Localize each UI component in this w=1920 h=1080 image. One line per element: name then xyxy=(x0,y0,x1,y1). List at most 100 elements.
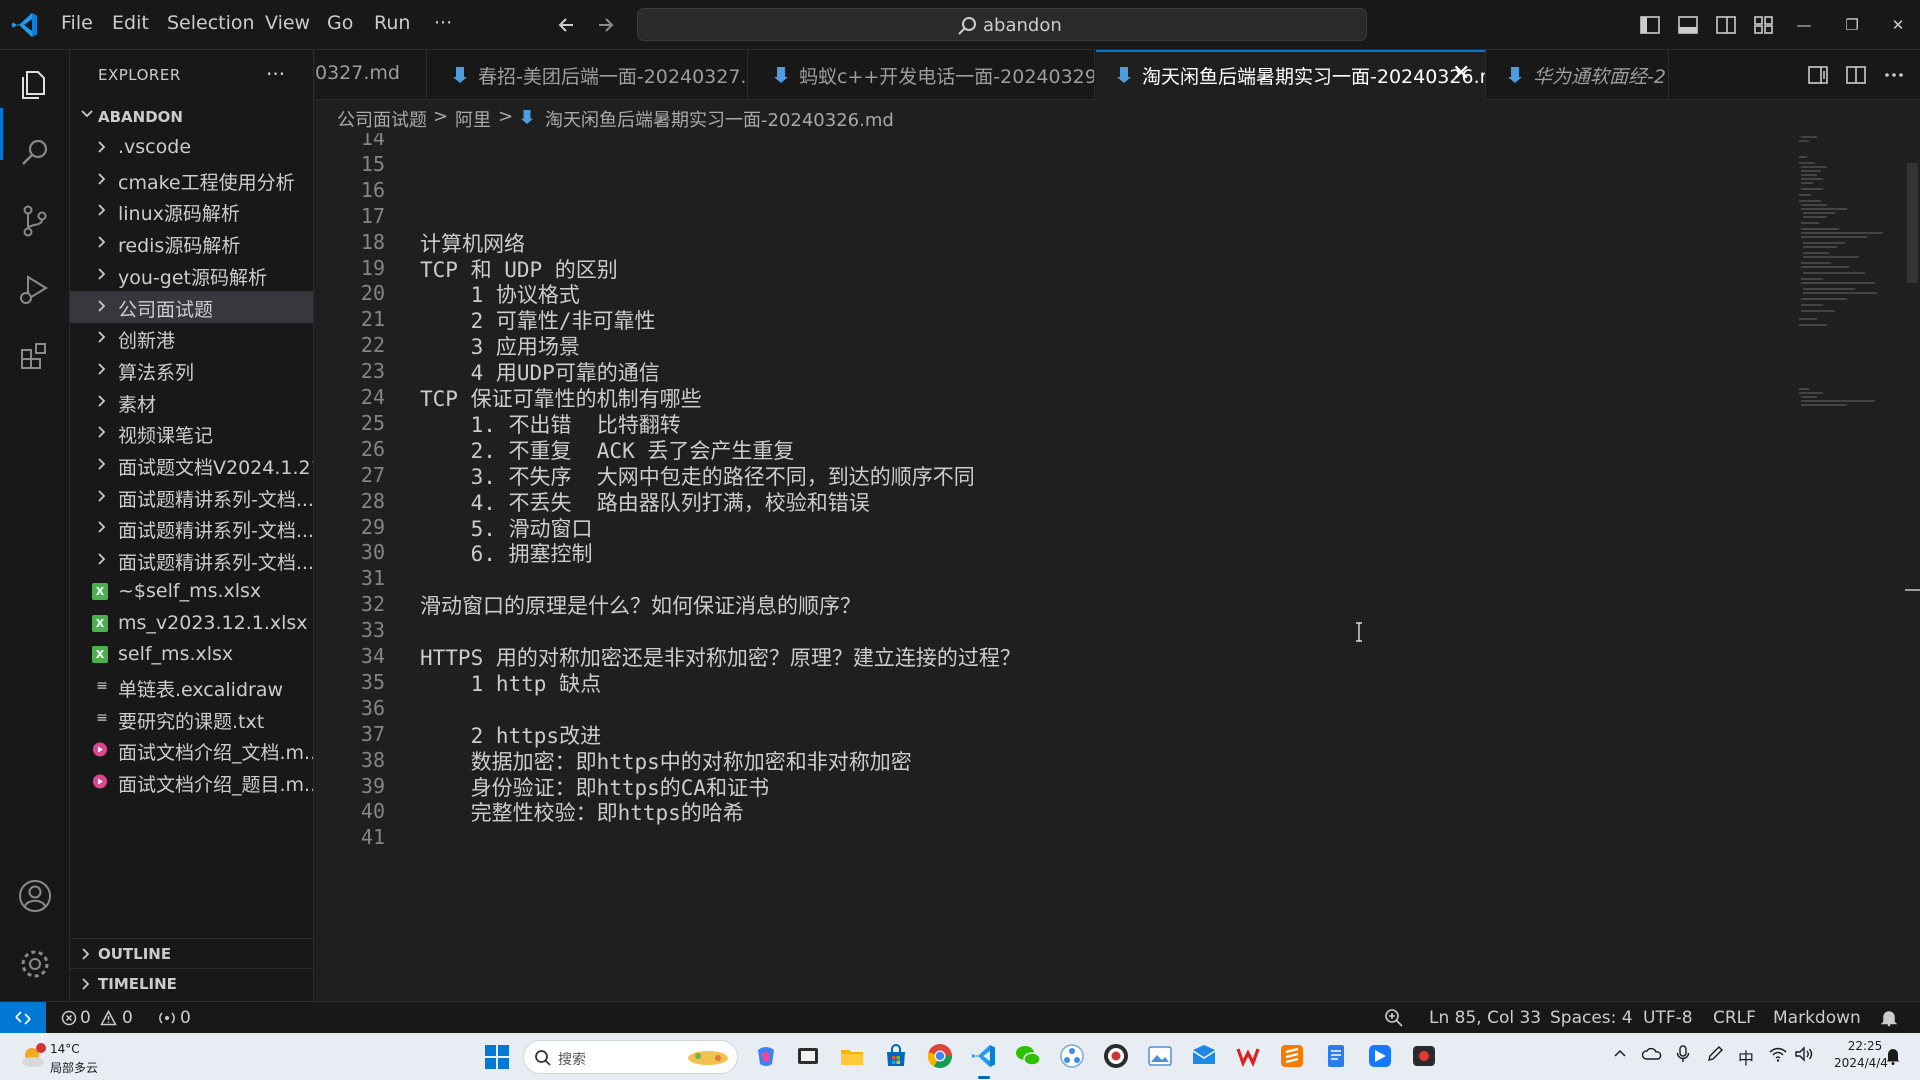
code-line[interactable]: 完整性校验：即https的哈希 xyxy=(420,797,744,827)
image-viewer-icon[interactable] xyxy=(1146,1042,1174,1070)
wps-office-icon[interactable] xyxy=(1234,1042,1262,1070)
chrome-icon[interactable] xyxy=(926,1042,954,1070)
tree-folder-item[interactable]: 算法系列 xyxy=(70,354,313,386)
run-debug-icon[interactable] xyxy=(14,268,56,310)
tree-folder-item[interactable]: redis源码解析 xyxy=(70,227,313,259)
sidebar-more-actions[interactable]: ··· xyxy=(266,62,285,86)
sublime-app-icon[interactable] xyxy=(1278,1042,1306,1070)
tab-close-icon[interactable]: ✕ xyxy=(1452,61,1470,86)
taskbar-search-box[interactable]: 搜索 xyxy=(523,1040,738,1074)
tree-file-item[interactable]: ≡ 要研究的课题.txt xyxy=(70,703,313,735)
breadcrumb-file[interactable]: 淘天闲鱼后端暑期实习一面-20240326.md xyxy=(545,106,894,132)
screen-recorder-icon[interactable] xyxy=(1410,1042,1438,1070)
tree-folder-item[interactable]: cmake工程使用分析 xyxy=(70,164,313,196)
menu-file[interactable]: File xyxy=(61,12,93,34)
vertical-scrollbar[interactable] xyxy=(1905,133,1920,1001)
tab-ant[interactable]: 蚂蚁c++开发电话一面-20240329.md xyxy=(749,50,1095,100)
code-line[interactable]: 1 http 缺点 xyxy=(420,668,602,698)
notification-center-icon[interactable] xyxy=(1884,1046,1902,1066)
minimap[interactable] xyxy=(1787,133,1905,1001)
code-line[interactable]: 滑动窗口的原理是什么？如何保证消息的顺序？ xyxy=(420,590,861,620)
weather-icon[interactable] xyxy=(18,1041,48,1071)
windows-start-icon[interactable] xyxy=(484,1044,510,1070)
tree-folder-item[interactable]: .vscode xyxy=(70,132,313,164)
tree-file-item[interactable]: X ~$self_ms.xlsx xyxy=(70,576,313,608)
tree-folder-item[interactable]: 面试题精讲系列-文档... xyxy=(70,544,313,576)
extensions-icon[interactable] xyxy=(14,336,56,378)
tree-folder-item[interactable]: 公司面试题 xyxy=(70,290,313,323)
zoom-icon[interactable] xyxy=(1384,1008,1404,1028)
volume-icon[interactable] xyxy=(1794,1045,1814,1063)
tab-huawei[interactable]: 华为通软面经-2 xyxy=(1487,50,1669,100)
task-view-icon[interactable] xyxy=(794,1042,822,1070)
tree-file-item[interactable]: Xms_v2023.12.1.xlsx xyxy=(70,608,313,640)
outline-section[interactable]: OUTLINE xyxy=(70,938,313,968)
breadcrumb-subfolder[interactable]: 阿里 xyxy=(455,106,491,132)
tab-meituan[interactable]: 春招-美团后端一面-20240327.md xyxy=(428,50,748,100)
code-editor[interactable]: 14 15 16 17 18 计算机网络 19 TCP 和 UDP 的区别 20 1 协议格式 2… xyxy=(315,133,1920,1001)
customize-layout-icon[interactable] xyxy=(1750,12,1778,38)
cursor-position[interactable]: Ln 85, Col 33 xyxy=(1429,1008,1541,1028)
pen-icon[interactable] xyxy=(1706,1045,1724,1063)
menu-more[interactable]: ··· xyxy=(434,12,452,34)
microphone-icon[interactable] xyxy=(1676,1045,1690,1063)
settings-gear-icon[interactable] xyxy=(14,943,56,985)
command-center-search[interactable]: abandon xyxy=(637,8,1367,41)
wifi-icon[interactable] xyxy=(1768,1045,1788,1063)
tree-folder-item[interactable]: 面试题文档V2024.1.21 xyxy=(70,449,313,481)
tree-folder-item[interactable]: 面试题精讲系列-文档... xyxy=(70,512,313,544)
code-line[interactable]: 6. 拥塞控制 xyxy=(420,538,593,568)
nav-forward-icon[interactable] xyxy=(591,12,619,38)
copilot-icon[interactable] xyxy=(752,1042,780,1070)
tree-folder-item[interactable]: 创新港 xyxy=(70,322,313,354)
mail-app-icon[interactable] xyxy=(1190,1042,1218,1070)
toggle-secondary-sidebar-icon[interactable] xyxy=(1712,12,1740,38)
language-mode[interactable]: Markdown xyxy=(1773,1008,1861,1028)
restore-button[interactable]: ❐ xyxy=(1838,12,1866,38)
ports-count[interactable]: 0 xyxy=(180,1008,191,1028)
indentation[interactable]: Spaces: 4 xyxy=(1550,1008,1633,1028)
menu-selection[interactable]: Selection xyxy=(167,12,255,34)
tree-folder-item[interactable]: 素材 xyxy=(70,386,313,418)
tree-folder-item[interactable]: 面试题精讲系列-文档... xyxy=(70,481,313,513)
split-editor-icon[interactable] xyxy=(1843,63,1869,87)
app-network-icon[interactable] xyxy=(1058,1042,1086,1070)
menu-view[interactable]: View xyxy=(265,12,310,34)
source-control-icon[interactable] xyxy=(14,200,56,242)
nav-back-icon[interactable] xyxy=(553,12,581,38)
error-count[interactable]: 0 xyxy=(80,1008,91,1028)
workspace-root[interactable]: ABANDON xyxy=(76,104,314,130)
close-window-button[interactable]: ✕ xyxy=(1884,12,1912,38)
minimize-button[interactable]: — xyxy=(1790,12,1818,38)
search-icon[interactable] xyxy=(14,132,56,174)
tree-folder-item[interactable]: 视频课笔记 xyxy=(70,417,313,449)
tab-taotian-active[interactable]: 淘天闲鱼后端暑期实习一面-20240326.md ✕ xyxy=(1096,50,1486,100)
toggle-primary-sidebar-icon[interactable] xyxy=(1636,12,1664,38)
more-actions-icon[interactable] xyxy=(1881,63,1907,87)
onedrive-icon[interactable] xyxy=(1642,1045,1662,1063)
toggle-panel-icon[interactable] xyxy=(1674,12,1702,38)
ime-indicator[interactable]: 中 xyxy=(1738,1045,1754,1069)
microsoft-store-icon[interactable] xyxy=(882,1042,910,1070)
tree-file-item[interactable]: Xself_ms.xlsx xyxy=(70,639,313,671)
menu-go[interactable]: Go xyxy=(327,12,353,34)
file-encoding[interactable]: UTF-8 xyxy=(1643,1008,1693,1028)
menu-run[interactable]: Run xyxy=(374,12,410,34)
warning-count[interactable]: 0 xyxy=(122,1008,133,1028)
tree-folder-item[interactable]: you-get源码解析 xyxy=(70,259,313,291)
tree-folder-item[interactable]: linux源码解析 xyxy=(70,195,313,227)
file-explorer-icon[interactable] xyxy=(838,1042,866,1070)
line-ending[interactable]: CRLF xyxy=(1713,1008,1756,1028)
breadcrumb-folder[interactable]: 公司面试题 xyxy=(337,106,427,132)
tree-file-item[interactable]: 面试文档介绍_文档.m... xyxy=(70,734,313,766)
timeline-section[interactable]: TIMELINE xyxy=(70,968,313,998)
tab-0327[interactable]: 0327.md xyxy=(315,50,427,100)
remote-indicator[interactable] xyxy=(0,1002,46,1034)
vscode-taskbar-icon[interactable] xyxy=(970,1042,998,1070)
tray-chevron-up-icon[interactable] xyxy=(1612,1045,1628,1061)
open-preview-icon[interactable] xyxy=(1805,63,1831,87)
tree-file-item[interactable]: ≡ 单链表.excalidraw xyxy=(70,671,313,703)
wechat-icon[interactable] xyxy=(1014,1042,1042,1070)
menu-edit[interactable]: Edit xyxy=(112,12,149,34)
feishu-icon[interactable] xyxy=(1366,1042,1394,1070)
